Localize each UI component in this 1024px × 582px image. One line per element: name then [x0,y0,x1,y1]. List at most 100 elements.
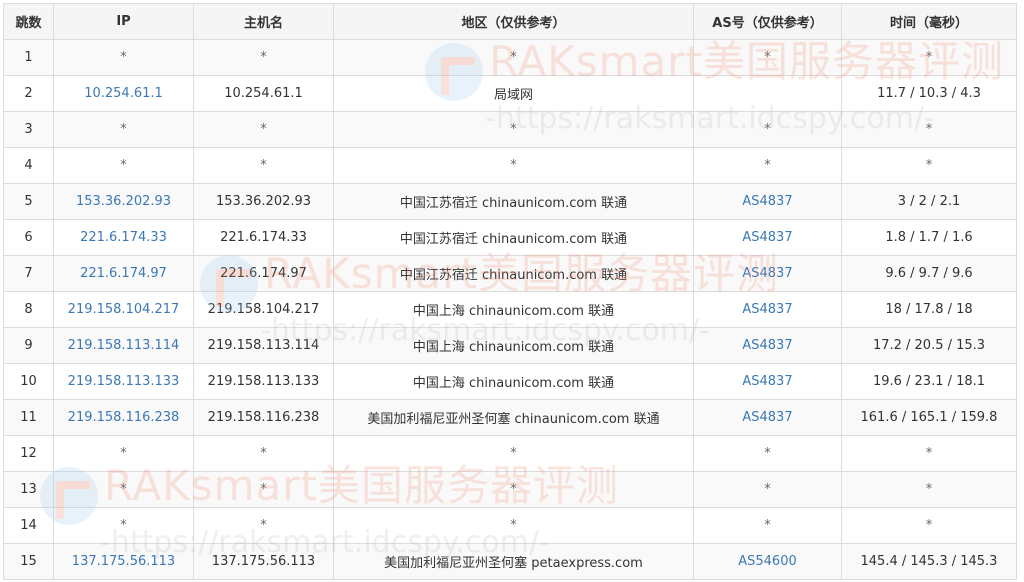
time-cell: * [841,471,1017,508]
hostname-cell: 10.254.61.1 [193,75,334,112]
ip-cell[interactable]: 10.254.61.1 [53,75,194,112]
time-cell: * [841,435,1017,472]
time-cell: * [841,39,1017,76]
table-row: 3 * * * * * [3,111,1017,148]
hop-cell: 1 [3,39,54,76]
as-cell[interactable]: AS4837 [693,291,842,328]
as-cell[interactable]: AS4837 [693,363,842,400]
as-cell[interactable]: AS54600 [693,543,842,580]
header-region: 地区（仅供参考） [333,3,694,40]
header-hop: 跳数 [3,3,54,40]
table-row: 11 219.158.116.238 219.158.116.238 美国加利福尼亚州… [3,399,1017,436]
hop-cell: 6 [3,219,54,256]
table-row: 14 * * * * * [3,507,1017,544]
as-cell: * [693,507,842,544]
ip-cell: * [53,471,194,508]
table-row: 6 221.6.174.33 221.6.174.33 中国江苏宿迁 chinauni… [3,219,1017,256]
region-cell: 中国上海 chinaunicom.com 联通 [333,291,694,328]
region-cell: 局域网 [333,75,694,112]
table-row: 13 * * * * * [3,471,1017,508]
ip-cell: * [53,111,194,148]
region-cell: 中国江苏宿迁 chinaunicom.com 联通 [333,255,694,292]
region-cell: * [333,507,694,544]
time-cell: 161.6 / 165.1 / 159.8 [841,399,1017,436]
ip-cell[interactable]: 221.6.174.97 [53,255,194,292]
as-cell: * [693,471,842,508]
hostname-cell: * [193,111,334,148]
hop-cell: 5 [3,183,54,220]
ip-cell: * [53,147,194,184]
as-cell: * [693,147,842,184]
hostname-cell: * [193,507,334,544]
hop-cell: 14 [3,507,54,544]
region-cell: * [333,39,694,76]
hostname-cell: * [193,471,334,508]
time-cell: 9.6 / 9.7 / 9.6 [841,255,1017,292]
region-cell: 中国上海 chinaunicom.com 联通 [333,327,694,364]
time-cell: 145.4 / 145.3 / 145.3 [841,543,1017,580]
hostname-cell: 137.175.56.113 [193,543,334,580]
as-cell[interactable]: AS4837 [693,327,842,364]
table-row: 2 10.254.61.1 10.254.61.1 局域网 11.7 / 10.3 / … [3,75,1017,112]
ip-cell[interactable]: 219.158.113.114 [53,327,194,364]
as-cell [693,75,842,112]
ip-cell[interactable]: 221.6.174.33 [53,219,194,256]
as-cell[interactable]: AS4837 [693,399,842,436]
hop-cell: 12 [3,435,54,472]
region-cell: 中国上海 chinaunicom.com 联通 [333,363,694,400]
as-cell[interactable]: AS4837 [693,255,842,292]
region-cell: 中国江苏宿迁 chinaunicom.com 联通 [333,183,694,220]
hostname-cell: 221.6.174.97 [193,255,334,292]
header-ip: IP [53,3,194,40]
as-cell: * [693,111,842,148]
hostname-cell: 221.6.174.33 [193,219,334,256]
hostname-cell: 219.158.113.114 [193,327,334,364]
region-cell: 美国加利福尼亚州圣何塞 chinaunicom.com 联通 [333,399,694,436]
ip-cell[interactable]: 219.158.113.133 [53,363,194,400]
region-cell: 中国江苏宿迁 chinaunicom.com 联通 [333,219,694,256]
time-cell: 3 / 2 / 2.1 [841,183,1017,220]
table-row: 1 * * * * * [3,39,1017,76]
as-cell[interactable]: AS4837 [693,183,842,220]
ip-cell[interactable]: 219.158.104.217 [53,291,194,328]
hop-cell: 3 [3,111,54,148]
region-cell: 美国加利福尼亚州圣何塞 petaexpress.com [333,543,694,580]
ip-cell: * [53,507,194,544]
hostname-cell: 153.36.202.93 [193,183,334,220]
as-cell[interactable]: AS4837 [693,219,842,256]
hostname-cell: * [193,435,334,472]
hostname-cell: * [193,39,334,76]
time-cell: 11.7 / 10.3 / 4.3 [841,75,1017,112]
time-cell: 19.6 / 23.1 / 18.1 [841,363,1017,400]
hop-cell: 10 [3,363,54,400]
ip-cell[interactable]: 137.175.56.113 [53,543,194,580]
hop-cell: 8 [3,291,54,328]
hostname-cell: 219.158.116.238 [193,399,334,436]
hostname-cell: 219.158.104.217 [193,291,334,328]
table-row: 12 * * * * * [3,435,1017,472]
hop-cell: 2 [3,75,54,112]
hop-cell: 15 [3,543,54,580]
header-as: AS号（仅供参考） [693,3,842,40]
time-cell: 1.8 / 1.7 / 1.6 [841,219,1017,256]
header-hostname: 主机名 [193,3,334,40]
ip-cell[interactable]: 219.158.116.238 [53,399,194,436]
as-cell: * [693,39,842,76]
table-row: 4 * * * * * [3,147,1017,184]
time-cell: 17.2 / 20.5 / 15.3 [841,327,1017,364]
as-cell: * [693,435,842,472]
hop-cell: 4 [3,147,54,184]
region-cell: * [333,471,694,508]
header-time: 时间（毫秒） [841,3,1017,40]
table-body: 1 * * * * * 2 10.254.61.1 10.254.61.1 局域网 11.7 / 1… [3,39,1017,580]
hop-cell: 7 [3,255,54,292]
table-header-row: 跳数 IP 主机名 地区（仅供参考） AS号（仅供参考） 时间（毫秒） [3,3,1017,40]
hop-cell: 13 [3,471,54,508]
time-cell: * [841,111,1017,148]
table-row: 7 221.6.174.97 221.6.174.97 中国江苏宿迁 chinauni… [3,255,1017,292]
region-cell: * [333,435,694,472]
table-row: 15 137.175.56.113 137.175.56.113 美国加利福尼亚州圣何… [3,543,1017,580]
ip-cell[interactable]: 153.36.202.93 [53,183,194,220]
time-cell: * [841,507,1017,544]
region-cell: * [333,147,694,184]
